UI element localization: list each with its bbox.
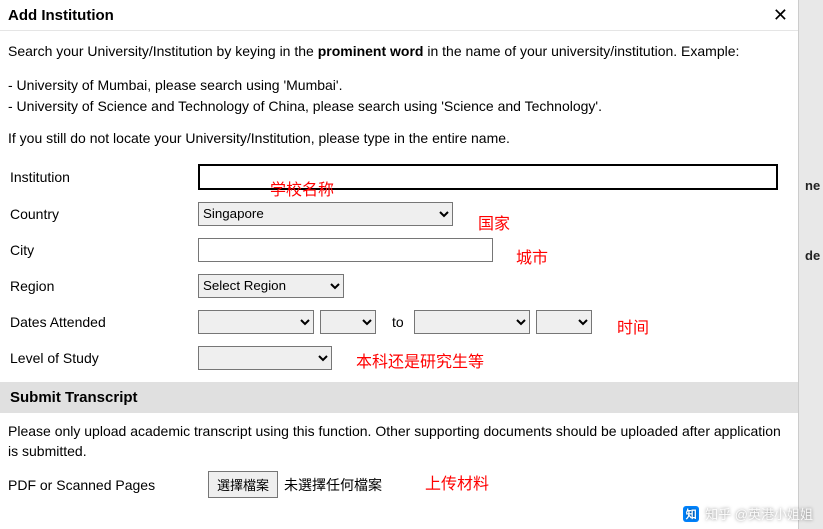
to-text: to <box>392 314 404 330</box>
country-select[interactable]: Singapore <box>198 202 453 226</box>
file-status-text: 未選擇任何檔案 <box>284 475 382 495</box>
label-region: Region <box>8 278 198 294</box>
label-country: Country <box>8 206 198 222</box>
close-icon[interactable]: ✕ <box>773 6 788 24</box>
intro-text: Search your University/Institution by ke… <box>8 41 790 61</box>
intro-pre: Search your University/Institution by ke… <box>8 43 318 59</box>
dialog-body: Search your University/Institution by ke… <box>0 31 798 498</box>
level-select[interactable] <box>198 346 332 370</box>
intro-bold: prominent word <box>318 43 424 59</box>
row-file: PDF or Scanned Pages 選擇檔案 未選擇任何檔案 <box>8 471 790 498</box>
ex1-post: '. <box>336 77 343 93</box>
row-dates: Dates Attended to <box>8 310 790 334</box>
watermark-text: 知乎 @英港小姐姐 <box>705 504 813 523</box>
add-institution-dialog: Add Institution ✕ Search your University… <box>0 0 799 529</box>
institution-input[interactable] <box>198 164 778 190</box>
date-to-month-select[interactable] <box>414 310 530 334</box>
label-dates: Dates Attended <box>8 314 198 330</box>
example-2: - University of Science and Technology o… <box>8 96 790 116</box>
choose-file-button[interactable]: 選擇檔案 <box>208 471 278 498</box>
date-from-year-select[interactable] <box>320 310 376 334</box>
background-panel: ne de <box>799 0 823 529</box>
ex2-post: '. <box>595 98 602 114</box>
watermark: 知 知乎 @英港小姐姐 <box>683 504 813 523</box>
ex1-pre: - University of Mumbai, please search us… <box>8 77 286 93</box>
label-pdf: PDF or Scanned Pages <box>8 477 208 493</box>
label-level: Level of Study <box>8 350 198 366</box>
region-select[interactable]: Select Region <box>198 274 344 298</box>
row-institution: Institution <box>8 164 790 190</box>
example-1: - University of Mumbai, please search us… <box>8 75 790 95</box>
ex2-underline: Science and Technology <box>444 98 596 114</box>
row-level: Level of Study <box>8 346 790 370</box>
city-input[interactable] <box>198 238 493 262</box>
row-city: City <box>8 238 790 262</box>
bg-hint-2: de <box>805 248 820 263</box>
date-to-year-select[interactable] <box>536 310 592 334</box>
label-city: City <box>8 242 198 258</box>
row-region: Region Select Region <box>8 274 790 298</box>
row-country: Country Singapore <box>8 202 790 226</box>
still-text: If you still do not locate your Universi… <box>8 130 790 146</box>
submit-transcript-header: Submit Transcript <box>0 382 798 413</box>
submit-transcript-desc: Please only upload academic transcript u… <box>8 419 790 472</box>
intro-post: in the name of your university/instituti… <box>423 43 739 59</box>
bg-hint-1: ne <box>805 178 820 193</box>
dialog-header: Add Institution ✕ <box>0 0 798 31</box>
dialog-title: Add Institution <box>8 7 114 24</box>
date-from-month-select[interactable] <box>198 310 314 334</box>
examples-block: - University of Mumbai, please search us… <box>8 75 790 116</box>
ex2-pre: - University of Science and Technology o… <box>8 98 444 114</box>
label-institution: Institution <box>8 169 198 185</box>
ex1-underline: Mumbai <box>286 77 336 93</box>
zhihu-logo-icon: 知 <box>683 506 699 522</box>
